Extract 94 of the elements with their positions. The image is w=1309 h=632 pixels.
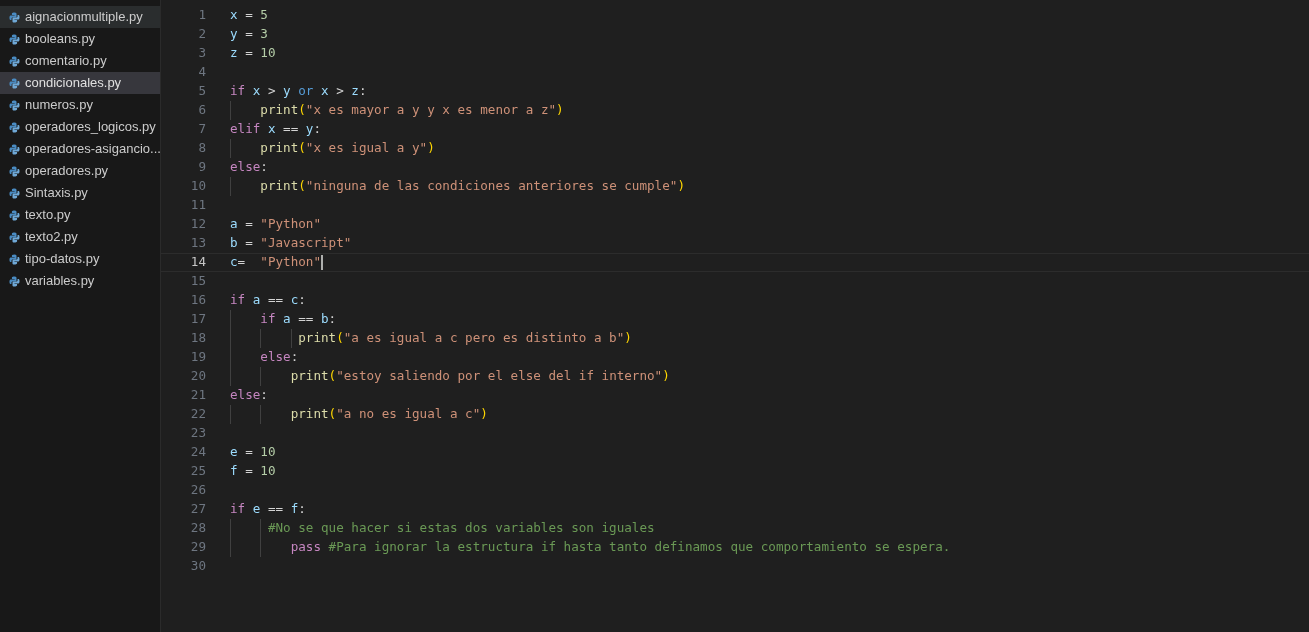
python-file-icon (9, 33, 20, 45)
code-line: print("a no es igual a c") (289, 405, 488, 424)
code-line: c= "Python" (230, 253, 321, 272)
python-file-icon (9, 165, 20, 177)
file-item[interactable]: numeros.py (0, 94, 160, 116)
code-line: else: (259, 348, 299, 367)
code-line: #No se que hacer si estas dos variables son iguales (266, 519, 655, 538)
code-line: elif x == y: (230, 120, 322, 139)
code-line: if e == f: (230, 500, 306, 519)
code-line: print("estoy saliendo por el else del if interno") (289, 367, 670, 386)
line-number: 22 (189, 405, 206, 424)
code-line: if a == c: (230, 291, 306, 310)
text-cursor (321, 255, 323, 270)
file-name: Sintaxis.py (25, 184, 88, 203)
code-line: print("x es mayor a y y x es menor a z") (259, 101, 564, 120)
line-number: 19 (189, 348, 206, 367)
file-name: tipo-datos.py (25, 250, 100, 269)
file-item[interactable]: tipo-datos.py (0, 248, 160, 270)
file-name: numeros.py (25, 96, 93, 115)
python-file-icon (9, 275, 20, 287)
file-name: booleans.py (25, 30, 96, 49)
line-number: 14 (189, 253, 206, 272)
file-name: condicionales.py (25, 74, 122, 93)
file-item[interactable]: operadores.py (0, 160, 160, 182)
code-line: b = "Javascript" (230, 234, 352, 253)
code-line: print("x es igual a y") (259, 139, 435, 158)
line-number: 13 (189, 234, 206, 253)
line-number: 27 (189, 500, 206, 519)
python-file-icon (9, 11, 20, 23)
line-number: 21 (189, 386, 206, 405)
file-name: texto.py (25, 206, 71, 225)
line-number: 25 (189, 462, 206, 481)
file-name: operadores.py (25, 162, 109, 181)
line-number: 3 (197, 44, 206, 63)
line-number: 2 (197, 25, 206, 44)
code-line: else: (230, 386, 268, 405)
file-name: operadores-asigancio... (25, 140, 161, 159)
file-item[interactable]: comentario.py (0, 50, 160, 72)
line-number: 11 (189, 196, 206, 215)
code-line: print("a es igual a c pero es distinto a b") (297, 329, 632, 348)
file-name: variables.py (25, 272, 95, 291)
code-line: z = 10 (230, 44, 276, 63)
line-number: 15 (189, 272, 206, 291)
line-number: 9 (197, 158, 206, 177)
file-item[interactable]: texto2.py (0, 226, 160, 248)
file-item[interactable]: variables.py (0, 270, 160, 292)
line-number: 23 (189, 424, 206, 443)
line-number: 24 (189, 443, 206, 462)
line-number: 17 (189, 310, 206, 329)
line-number: 26 (189, 481, 206, 500)
file-name: operadores_logicos.py (25, 118, 156, 137)
code-line: if x > y or x > z: (230, 82, 367, 101)
python-file-icon (9, 187, 20, 199)
python-file-icon (9, 99, 20, 111)
file-name: comentario.py (25, 52, 107, 71)
code-line: else: (230, 158, 268, 177)
file-name: aignacionmultiple.py (25, 8, 143, 27)
line-number: 30 (189, 557, 206, 576)
code-line: print("ninguna de las condiciones anteriores se cumple") (259, 177, 685, 196)
line-number: 16 (189, 291, 206, 310)
code-line: pass #Para ignorar la estructura if hasta tanto definamos que comportamiento se espera. (289, 538, 951, 557)
line-number: 18 (189, 329, 206, 348)
line-number: 8 (197, 139, 206, 158)
file-item[interactable]: texto.py (0, 204, 160, 226)
python-file-icon (9, 121, 20, 133)
file-name: texto2.py (25, 228, 78, 247)
code-line: if a == b: (259, 310, 337, 329)
line-number: 12 (189, 215, 206, 234)
python-file-icon (9, 209, 20, 221)
line-number: 7 (197, 120, 206, 139)
line-number: 29 (189, 538, 206, 557)
file-item[interactable]: aignacionmultiple.py (0, 6, 160, 28)
code-line: f = 10 (230, 462, 276, 481)
line-number: 4 (197, 63, 206, 82)
file-item[interactable]: operadores_logicos.py (0, 116, 160, 138)
line-number: 6 (197, 101, 206, 120)
code-line: x = 5 (230, 6, 268, 25)
line-number: 28 (189, 519, 206, 538)
line-number: 5 (197, 82, 206, 101)
python-file-icon (9, 55, 20, 67)
file-item[interactable]: booleans.py (0, 28, 160, 50)
python-file-icon (9, 231, 20, 243)
code-line: y = 3 (230, 25, 268, 44)
line-number: 10 (189, 177, 206, 196)
python-file-icon (9, 143, 20, 155)
python-file-icon (9, 253, 20, 265)
file-item[interactable]: operadores-asigancio... (0, 138, 160, 160)
code-line: a = "Python" (230, 215, 321, 234)
line-number: 1 (197, 6, 206, 25)
python-file-icon (9, 77, 20, 89)
file-item[interactable]: condicionales.py (0, 72, 160, 94)
file-item[interactable]: Sintaxis.py (0, 182, 160, 204)
code-line: e = 10 (230, 443, 276, 462)
line-number: 20 (189, 367, 206, 386)
